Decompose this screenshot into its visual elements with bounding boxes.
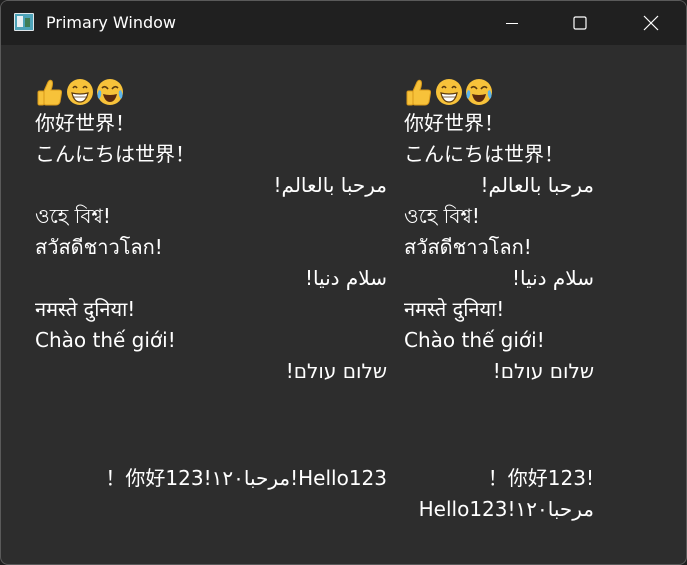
mixed-bidi-text-left: Hello123!مرحبا١٢٠!你好123！ <box>105 466 387 490</box>
greeting-bengali: ওহে বিশ্ব! <box>35 204 111 228</box>
close-icon <box>643 15 659 31</box>
text-block-left: 你好世界！ こんにちは世界！ مرحبا بالعالم! ওহে বিশ্ব!… <box>35 75 387 387</box>
greeting-persian: سلام دنیا! <box>304 266 387 290</box>
greeting-japanese: こんにちは世界！ <box>35 142 195 166</box>
window-title: Primary Window <box>46 13 176 32</box>
text-block-right: 你好世界！ こんにちは世界！ مرحبا بالعالم! ওহে বিশ্ব!… <box>404 75 594 387</box>
grinning-face-icon <box>67 79 93 105</box>
thumbs-up-icon <box>406 79 432 106</box>
maximize-button[interactable] <box>544 1 616 45</box>
window-app-icon <box>14 13 34 31</box>
primary-window: Primary Window 你好世界！ こんにちは世界！ مرحبا بالع… <box>0 0 687 565</box>
minimize-icon <box>506 23 518 24</box>
thumbs-up-icon <box>37 79 63 106</box>
grinning-face-icon <box>436 79 462 105</box>
maximize-icon <box>573 16 587 30</box>
title-bar[interactable]: Primary Window <box>1 1 686 45</box>
greeting-arabic: مرحبا بالعالم! <box>273 173 387 197</box>
emoji-row <box>404 75 594 108</box>
greeting-thai: สวัสดีชาวโลก! <box>404 235 532 259</box>
greeting-hindi: नमस्ते दुनिया! <box>35 297 136 321</box>
greeting-vietnamese: Chào thế giới! <box>404 328 545 352</box>
tears-of-joy-face-icon <box>97 79 123 105</box>
close-button[interactable] <box>615 1 686 45</box>
mixed-bidi-line-1: !你好123！ <box>487 466 594 490</box>
greeting-thai: สวัสดีชาวโลก! <box>35 235 163 259</box>
greeting-chinese: 你好世界！ <box>35 111 135 135</box>
greeting-chinese: 你好世界！ <box>404 111 504 135</box>
emoji-row <box>35 75 387 108</box>
tears-of-joy-face-icon <box>466 79 492 105</box>
greeting-vietnamese: Chào thế giới! <box>35 328 176 352</box>
window-content: 你好世界！ こんにちは世界！ مرحبا بالعالم! ওহে বিশ্ব!… <box>1 45 686 564</box>
greeting-japanese: こんにちは世界！ <box>404 142 564 166</box>
greeting-arabic: مرحبا بالعالم! <box>480 173 594 197</box>
mixed-bidi-text-right: !你好123！ Hello123!مرحبا١٢٠ <box>404 463 594 525</box>
greeting-hebrew: שלום עולם! <box>285 359 387 383</box>
mixed-bidi-line-2: Hello123!مرحبا١٢٠ <box>418 497 594 521</box>
greeting-hindi: नमस्ते दुनिया! <box>404 297 505 321</box>
greeting-bengali: ওহে বিশ্ব! <box>404 204 480 228</box>
greeting-hebrew: שלום עולם! <box>492 359 594 383</box>
minimize-button[interactable] <box>476 1 548 45</box>
greeting-persian: سلام دنیا! <box>511 266 594 290</box>
